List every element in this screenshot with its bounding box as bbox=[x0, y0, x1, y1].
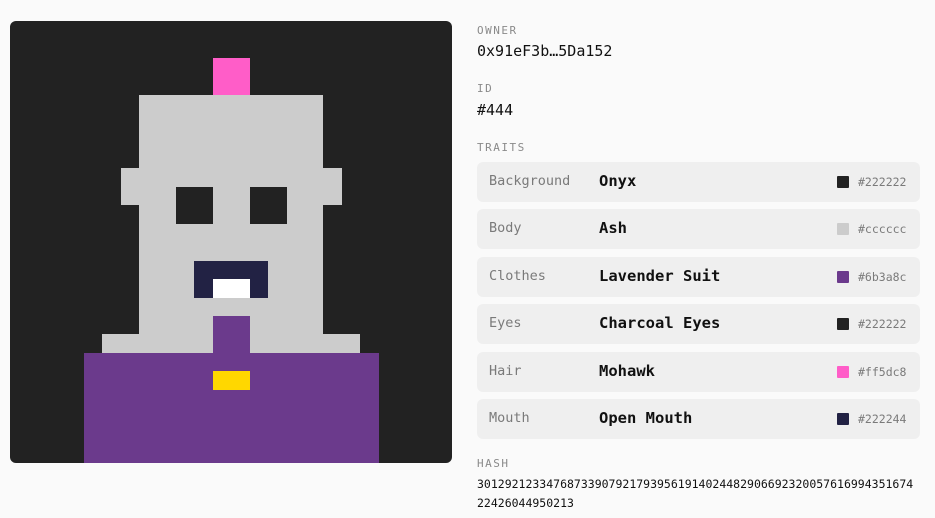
trait-hex: #6b3a8c bbox=[858, 270, 907, 284]
trait-row-body: Body Ash #cccccc bbox=[477, 209, 920, 249]
trait-value: Charcoal Eyes bbox=[599, 314, 721, 332]
trait-value: Lavender Suit bbox=[599, 267, 721, 285]
collar bbox=[213, 316, 250, 353]
suit bbox=[84, 353, 379, 463]
trait-row-background: Background Onyx #222222 bbox=[477, 162, 920, 202]
trait-hex: #222222 bbox=[858, 317, 907, 331]
hash-label: HASH bbox=[477, 457, 510, 470]
pendant bbox=[213, 371, 250, 390]
trait-hex: #cccccc bbox=[858, 222, 907, 236]
right-ear bbox=[323, 168, 342, 205]
trait-row-mouth: Mouth Open Mouth #222244 bbox=[477, 399, 920, 439]
teeth bbox=[213, 279, 250, 298]
trait-row-eyes: Eyes Charcoal Eyes #222222 bbox=[477, 304, 920, 344]
trait-name: Body bbox=[489, 220, 522, 236]
trait-name: Mouth bbox=[489, 410, 530, 426]
right-eye bbox=[250, 187, 287, 224]
color-swatch bbox=[837, 271, 849, 283]
color-swatch bbox=[837, 318, 849, 330]
color-swatch bbox=[837, 366, 849, 378]
trait-name: Background bbox=[489, 173, 571, 189]
left-ear bbox=[121, 168, 139, 205]
trait-row-hair: Hair Mohawk #ff5dc8 bbox=[477, 352, 920, 392]
token-id: #444 bbox=[477, 101, 514, 119]
trait-name: Clothes bbox=[489, 268, 546, 284]
trait-value: Mohawk bbox=[599, 362, 655, 380]
avatar-artwork bbox=[10, 21, 452, 463]
trait-name: Eyes bbox=[489, 315, 522, 331]
trait-value: Onyx bbox=[599, 172, 637, 190]
trait-hex: #222222 bbox=[858, 175, 907, 189]
hash-value: 3012921233476873390792179395619140244829… bbox=[477, 477, 914, 510]
trait-value: Ash bbox=[599, 219, 627, 237]
trait-hex: #ff5dc8 bbox=[858, 365, 907, 379]
traits-label: TRAITS bbox=[477, 141, 526, 154]
color-swatch bbox=[837, 223, 849, 235]
left-eye bbox=[176, 187, 213, 224]
owner-address[interactable]: 0x91eF3b…5Da152 bbox=[477, 42, 612, 60]
id-label: ID bbox=[477, 82, 494, 95]
trait-row-clothes: Clothes Lavender Suit #6b3a8c bbox=[477, 257, 920, 297]
trait-value: Open Mouth bbox=[599, 409, 693, 427]
color-swatch bbox=[837, 413, 849, 425]
owner-label: OWNER bbox=[477, 24, 518, 37]
color-swatch bbox=[837, 176, 849, 188]
head bbox=[139, 95, 323, 353]
trait-hex: #222244 bbox=[858, 412, 907, 426]
trait-name: Hair bbox=[489, 363, 522, 379]
